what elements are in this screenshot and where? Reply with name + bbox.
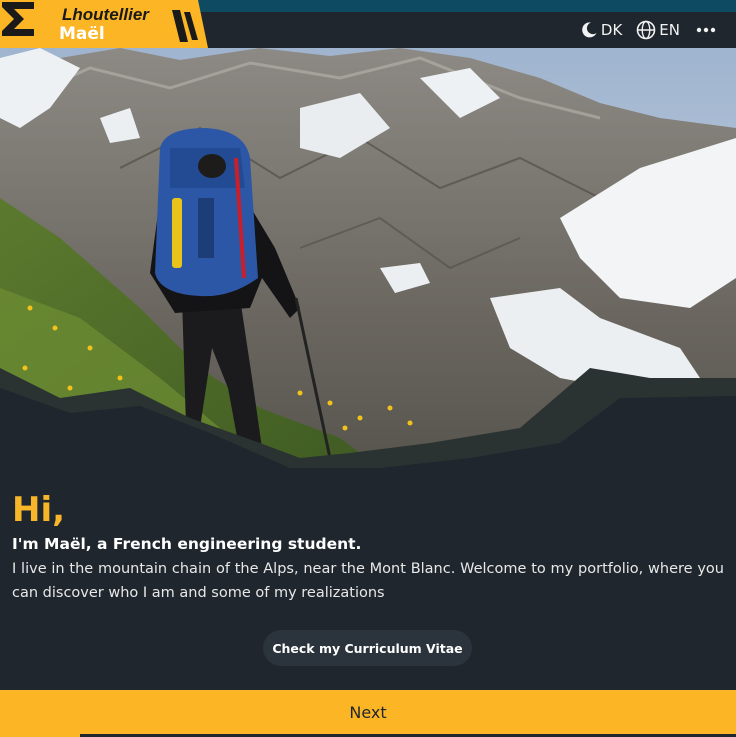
brand-first-name: Lhoutellier [62,5,149,24]
theme-toggle[interactable]: DK [580,21,622,39]
hero-image [0,48,736,488]
more-dots-icon [696,27,716,33]
header-controls: DK EN [567,14,726,46]
cv-button[interactable]: Check my Curriculum Vitae [263,630,472,666]
brand-last-name: Maël [59,24,105,44]
moon-icon [582,22,597,38]
intro-section: Hi, I'm Maël, a French engineering stude… [12,490,724,605]
intro-description: I live in the mountain chain of the Alps… [12,561,724,601]
language-toggle[interactable]: EN [636,20,680,40]
next-button[interactable]: Next [0,690,736,734]
language-toggle-label: EN [659,21,680,39]
sigma-icon [2,2,34,36]
greeting-heading: Hi, [12,490,66,530]
site-logo[interactable]: Lhoutellier Maël [0,0,208,48]
more-menu-button[interactable] [696,27,716,33]
intro-subtitle: I'm Maël, a French engineering student. [12,535,362,553]
globe-icon [636,20,656,40]
theme-toggle-label: DK [600,21,623,39]
